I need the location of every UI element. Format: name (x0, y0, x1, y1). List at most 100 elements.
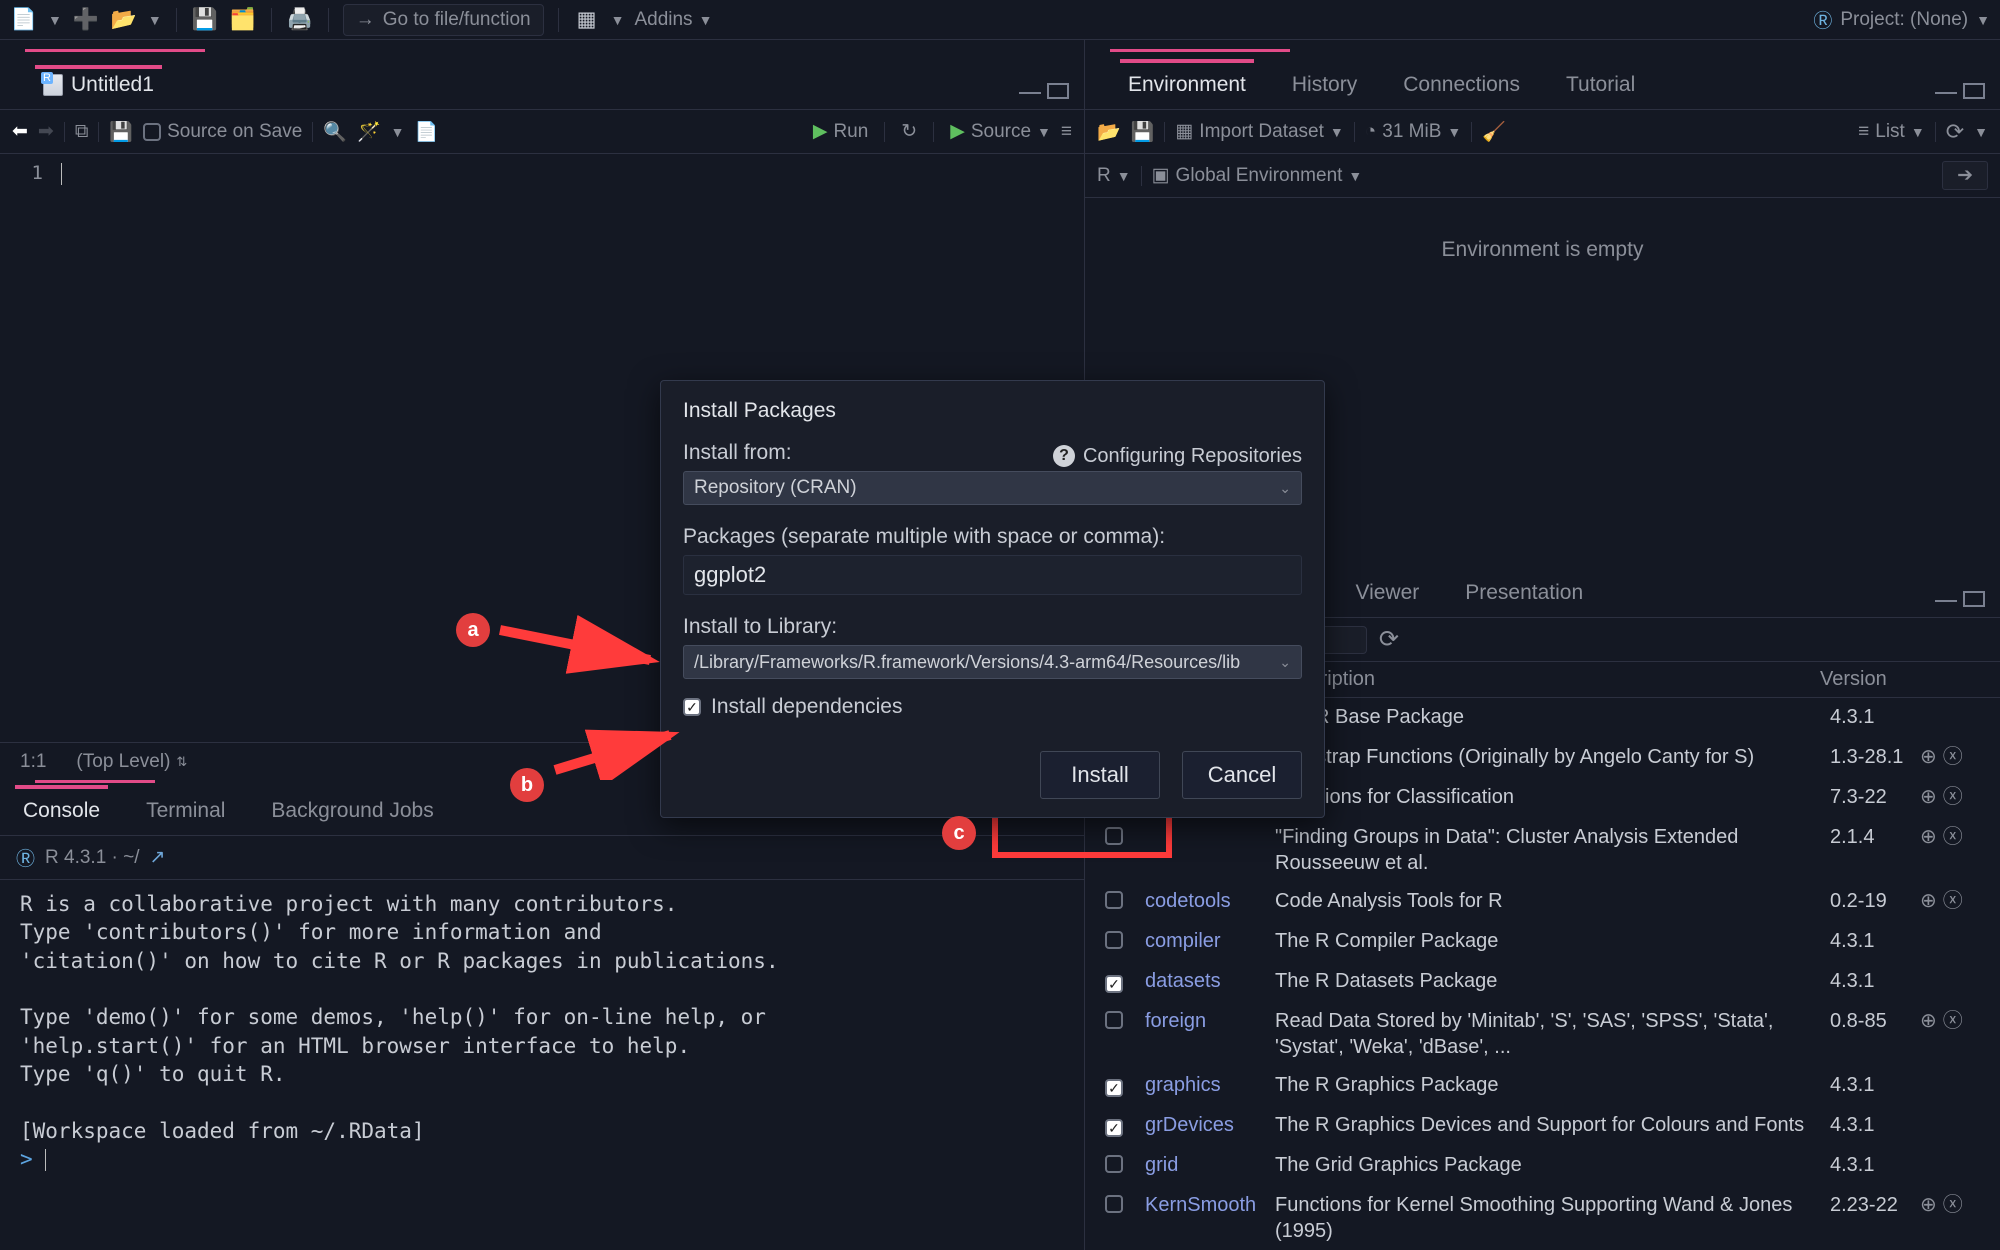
import-dataset-menu[interactable]: ▦ Import Dataset ▼ (1175, 120, 1343, 143)
chevron-down-icon[interactable]: ▼ (391, 124, 405, 140)
memory-usage[interactable]: ◔ 31 MiB ▼ (1365, 121, 1461, 143)
remove-icon[interactable]: ⓧ (1943, 784, 1963, 810)
pkg-row: ✓graphicsThe R Graphics Package4.3.1 (1085, 1066, 2000, 1106)
packages-label: Packages (separate multiple with space o… (683, 525, 1302, 549)
source-on-save-toggle[interactable]: Source on Save (143, 121, 302, 143)
pkg-checkbox[interactable]: ✓ (1105, 1079, 1123, 1097)
minimize-pane-icon[interactable] (1935, 596, 1957, 602)
tab-viewer[interactable]: Viewer (1347, 567, 1427, 617)
open-file-icon[interactable]: 📂 (110, 6, 138, 34)
print-icon[interactable]: 🖨️ (286, 6, 314, 34)
tab-connections[interactable]: Connections (1395, 59, 1528, 109)
maximize-pane-icon[interactable] (1963, 591, 1985, 607)
pkg-checkbox[interactable]: ✓ (1105, 975, 1123, 993)
refresh-icon[interactable]: ⟳ (1379, 625, 1399, 654)
pkg-name-link[interactable]: foreign (1145, 1008, 1275, 1034)
tab-presentation[interactable]: Presentation (1457, 567, 1591, 617)
console-output[interactable]: R is a collaborative project with many c… (0, 880, 1084, 1250)
pkg-name-link[interactable]: compiler (1145, 928, 1275, 954)
globe-icon[interactable]: ⊕ (1920, 1192, 1937, 1218)
pkg-description: "Finding Groups in Data": Cluster Analys… (1275, 824, 1830, 876)
save-workspace-icon[interactable]: 💾 (1131, 120, 1155, 144)
broom-icon[interactable]: 🧹 (1482, 120, 1506, 144)
configure-repos-link[interactable]: ? Configuring Repositories (1053, 445, 1302, 468)
addins-menu[interactable]: Addins ▼ (634, 9, 712, 31)
save-icon[interactable]: 💾 (191, 6, 219, 34)
save-icon[interactable]: 💾 (109, 120, 133, 144)
goto-file-function[interactable]: → Go to file/function (343, 4, 544, 36)
outline-icon[interactable]: ≡ (1061, 121, 1072, 143)
pkg-version: 0.8-85 (1830, 1008, 1920, 1034)
cancel-button[interactable]: Cancel (1182, 751, 1302, 799)
chevron-down-icon[interactable]: ▼ (48, 12, 62, 28)
source-tab-untitled[interactable]: Untitled1 (35, 65, 162, 109)
minimize-pane-icon[interactable] (1935, 88, 1957, 94)
back-icon[interactable]: ⬅ (12, 120, 28, 143)
pkg-name-link[interactable]: datasets (1145, 968, 1275, 994)
packages-input[interactable] (683, 555, 1302, 595)
globe-icon[interactable]: ⊕ (1920, 744, 1937, 770)
search-icon[interactable]: 🔍 (323, 120, 347, 144)
pkg-checkbox[interactable] (1105, 891, 1123, 909)
report-icon[interactable]: 📄 (415, 120, 439, 144)
pkg-name-link[interactable]: grDevices (1145, 1112, 1275, 1138)
pkg-description: Functions for Kernel Smoothing Supportin… (1275, 1192, 1830, 1244)
remove-icon[interactable]: ⓧ (1943, 888, 1963, 914)
maximize-pane-icon[interactable] (1047, 83, 1069, 99)
list-view-toggle[interactable]: ≡ List ▼ (1858, 121, 1925, 143)
install-from-select[interactable]: Repository (CRAN) ⌄ (683, 471, 1302, 505)
tab-console[interactable]: Console (15, 785, 108, 835)
pie-icon: ◔ (1365, 121, 1376, 143)
pkg-name-link[interactable]: grid (1145, 1152, 1275, 1178)
project-menu[interactable]: Ⓡ Project: (None) ▼ (1813, 6, 1990, 33)
scope-selector[interactable]: (Top Level) ⇅ (76, 751, 187, 773)
remove-icon[interactable]: ⓧ (1943, 1008, 1963, 1034)
load-workspace-icon[interactable]: 📂 (1097, 120, 1121, 144)
pkg-checkbox[interactable] (1105, 827, 1123, 845)
pkg-name-link[interactable]: graphics (1145, 1072, 1275, 1098)
run-button[interactable]: ▶ Run (813, 120, 868, 143)
tab-history[interactable]: History (1284, 59, 1365, 109)
share-icon[interactable]: ↗ (150, 846, 166, 869)
tab-terminal[interactable]: Terminal (138, 785, 233, 835)
tab-environment[interactable]: Environment (1120, 59, 1254, 109)
goto-icon[interactable]: ➔ (1942, 161, 1988, 190)
remove-icon[interactable]: ⓧ (1943, 1192, 1963, 1218)
pkg-checkbox[interactable] (1105, 1195, 1123, 1213)
wand-icon[interactable]: 🪄 (357, 120, 381, 144)
popout-icon[interactable]: ⧉ (75, 121, 89, 143)
pkg-checkbox[interactable] (1105, 931, 1123, 949)
pkg-checkbox[interactable] (1105, 1155, 1123, 1173)
chevron-down-icon[interactable]: ▼ (611, 12, 625, 28)
remove-icon[interactable]: ⓧ (1943, 744, 1963, 770)
chevron-down-icon[interactable]: ▼ (1974, 124, 1988, 140)
globe-icon[interactable]: ⊕ (1920, 784, 1937, 810)
refresh-icon[interactable]: ⟳ (1946, 119, 1964, 145)
tab-tutorial[interactable]: Tutorial (1558, 59, 1643, 109)
rerun-icon[interactable]: ↻ (901, 120, 917, 143)
tab-background-jobs[interactable]: Background Jobs (263, 785, 441, 835)
env-scope-selector[interactable]: ▣ Global Environment ▼ (1152, 164, 1363, 187)
pkg-checkbox[interactable]: ✓ (1105, 1119, 1123, 1137)
pkg-name-link[interactable]: KernSmooth (1145, 1192, 1275, 1218)
remove-icon[interactable]: ⓧ (1943, 824, 1963, 850)
minimize-pane-icon[interactable] (1019, 88, 1041, 94)
install-deps-toggle[interactable]: ✓ Install dependencies (683, 695, 1302, 719)
globe-icon[interactable]: ⊕ (1920, 1008, 1937, 1034)
save-all-icon[interactable]: 🗂️ (229, 6, 257, 34)
pkg-name-link[interactable]: codetools (1145, 888, 1275, 914)
install-button[interactable]: Install (1040, 751, 1160, 799)
globe-icon[interactable]: ⊕ (1920, 888, 1937, 914)
maximize-pane-icon[interactable] (1963, 83, 1985, 99)
globe-icon[interactable]: ⊕ (1920, 824, 1937, 850)
language-selector[interactable]: R ▼ (1097, 165, 1131, 187)
play-icon: ▶ (813, 120, 828, 143)
new-file-icon[interactable]: 📄 (10, 6, 38, 34)
chevron-down-icon[interactable]: ▼ (148, 12, 162, 28)
forward-icon[interactable]: ➡ (38, 120, 54, 143)
pkg-checkbox[interactable] (1105, 1011, 1123, 1029)
library-select[interactable]: /Library/Frameworks/R.framework/Versions… (683, 645, 1302, 679)
source-button[interactable]: ▶ Source ▼ (950, 120, 1051, 143)
grid-icon[interactable]: ▦ (573, 6, 601, 34)
new-project-icon[interactable]: ➕ (72, 6, 100, 34)
